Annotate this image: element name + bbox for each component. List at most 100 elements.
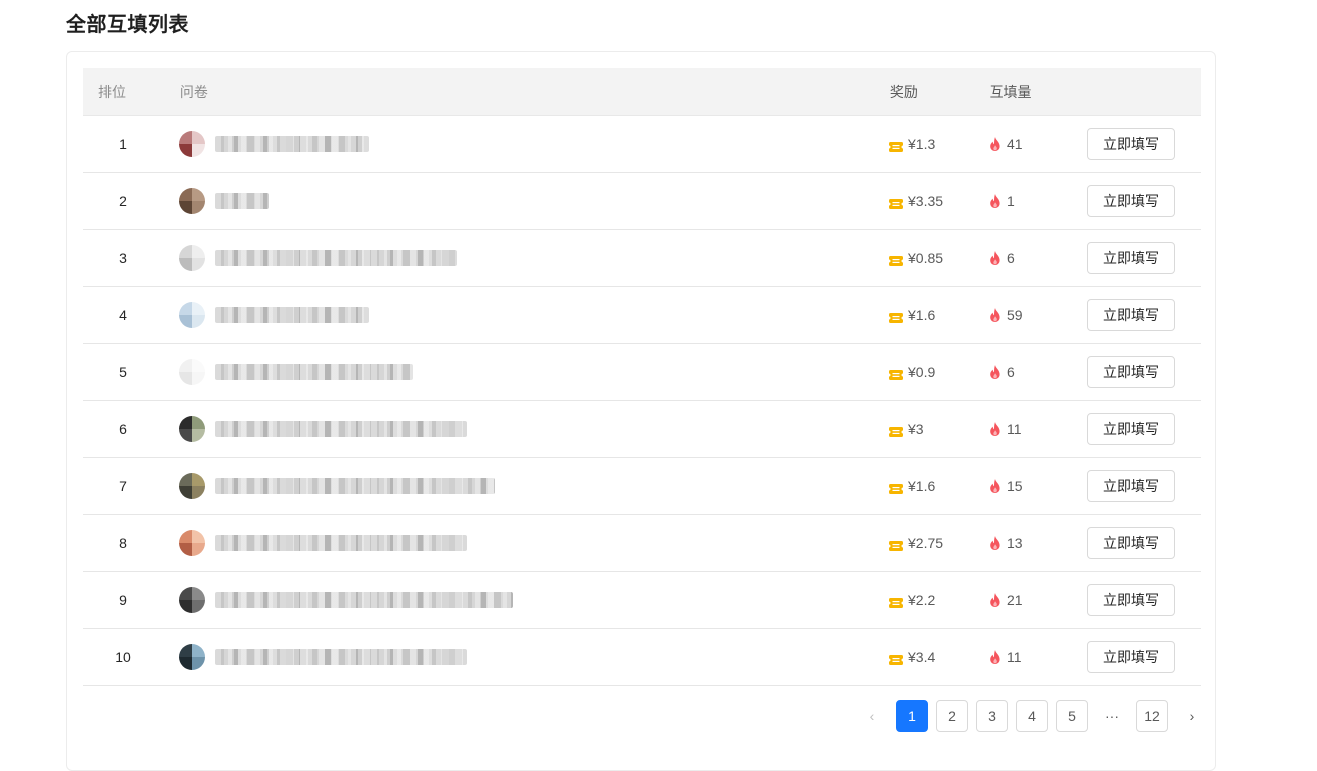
ticket-icon: [889, 481, 903, 494]
survey-title-redacted[interactable]: [215, 421, 467, 437]
ticket-icon: [889, 196, 903, 209]
fire-icon: [989, 365, 1001, 379]
action-cell: 立即填写: [1087, 527, 1201, 559]
avatar: [179, 530, 205, 556]
reward-cell: ¥1.6: [889, 307, 989, 323]
page-button-1[interactable]: 1: [896, 700, 928, 732]
column-header-survey: 问卷: [179, 83, 208, 100]
fill-now-button[interactable]: 立即填写: [1087, 413, 1175, 445]
page-button-last[interactable]: 12: [1136, 700, 1168, 732]
fire-icon: [989, 137, 1001, 151]
page-button-4[interactable]: 4: [1016, 700, 1048, 732]
survey-title-redacted[interactable]: [215, 307, 369, 323]
fill-now-button[interactable]: 立即填写: [1087, 470, 1175, 502]
column-header-count: 互填量: [989, 83, 1032, 100]
reward-cell: ¥3: [889, 421, 989, 437]
ticket-icon: [889, 424, 903, 437]
page-button-3[interactable]: 3: [976, 700, 1008, 732]
rank-cell: 5: [119, 364, 127, 380]
survey-title-redacted[interactable]: [215, 478, 495, 494]
action-cell: 立即填写: [1087, 413, 1201, 445]
survey-cell[interactable]: [163, 644, 889, 670]
reward-cell: ¥1.3: [889, 136, 989, 152]
ticket-icon: [889, 310, 903, 323]
fire-icon: [989, 650, 1001, 664]
survey-title-redacted[interactable]: [215, 193, 269, 209]
table-row: 3 ¥0.85 6 立即填写: [83, 230, 1201, 287]
table-row: 2 ¥3.35 1 立即填写: [83, 173, 1201, 230]
survey-table: 排位 问卷 奖励 互填量 1 ¥1.3 41 立即填写 2 ¥3.35 1 立即填写 3 ¥0.8…: [83, 68, 1201, 686]
reward-cell: ¥3.35: [889, 193, 989, 209]
count-cell: 1: [989, 193, 1087, 209]
survey-cell[interactable]: [163, 245, 889, 271]
survey-title-redacted[interactable]: [215, 592, 513, 608]
ticket-icon: [889, 367, 903, 380]
prev-page-button[interactable]: ‹: [856, 700, 888, 732]
page-button-5[interactable]: 5: [1056, 700, 1088, 732]
next-page-button[interactable]: ›: [1176, 700, 1208, 732]
fire-icon: [989, 308, 1001, 322]
count-value: 15: [1007, 478, 1023, 494]
rank-cell: 3: [119, 250, 127, 266]
rank-cell: 9: [119, 592, 127, 608]
reward-cell: ¥2.75: [889, 535, 989, 551]
reward-value: ¥2.2: [908, 592, 936, 608]
survey-cell[interactable]: [163, 473, 889, 499]
table-row: 4 ¥1.6 59 立即填写: [83, 287, 1201, 344]
action-cell: 立即填写: [1087, 242, 1201, 274]
reward-value: ¥3.4: [908, 649, 936, 665]
reward-cell: ¥0.9: [889, 364, 989, 380]
survey-cell[interactable]: [163, 416, 889, 442]
fill-now-button[interactable]: 立即填写: [1087, 356, 1175, 388]
ticket-icon: [889, 595, 903, 608]
reward-cell: ¥1.6: [889, 478, 989, 494]
fill-now-button[interactable]: 立即填写: [1087, 641, 1175, 673]
rank-cell: 2: [119, 193, 127, 209]
table-body: 1 ¥1.3 41 立即填写 2 ¥3.35 1 立即填写 3 ¥0.85 6 立即填写 4 ¥1.6 59…: [83, 116, 1201, 686]
count-cell: 59: [989, 307, 1087, 323]
table-row: 10 ¥3.4 11 立即填写: [83, 629, 1201, 686]
survey-cell[interactable]: [163, 302, 889, 328]
rank-cell: 1: [119, 136, 127, 152]
ticket-icon: [889, 139, 903, 152]
fill-now-button[interactable]: 立即填写: [1087, 128, 1175, 160]
count-cell: 11: [989, 649, 1087, 665]
count-value: 11: [1007, 421, 1022, 437]
count-value: 1: [1007, 193, 1015, 209]
survey-cell[interactable]: [163, 188, 889, 214]
survey-title-redacted[interactable]: [215, 250, 457, 266]
ticket-icon: [889, 652, 903, 665]
fire-icon: [989, 194, 1001, 208]
fire-icon: [989, 536, 1001, 550]
fill-now-button[interactable]: 立即填写: [1087, 299, 1175, 331]
avatar: [179, 131, 205, 157]
count-value: 59: [1007, 307, 1023, 323]
survey-cell[interactable]: [163, 131, 889, 157]
reward-value: ¥2.75: [908, 535, 944, 551]
page-button-2[interactable]: 2: [936, 700, 968, 732]
fill-now-button[interactable]: 立即填写: [1087, 527, 1175, 559]
survey-title-redacted[interactable]: [215, 136, 369, 152]
rank-cell: 8: [119, 535, 127, 551]
count-cell: 6: [989, 250, 1087, 266]
ticket-icon: [889, 538, 903, 551]
survey-cell[interactable]: [163, 530, 889, 556]
pagination-ellipsis[interactable]: ···: [1096, 700, 1128, 732]
survey-title-redacted[interactable]: [215, 535, 467, 551]
fill-now-button[interactable]: 立即填写: [1087, 185, 1175, 217]
action-cell: 立即填写: [1087, 641, 1201, 673]
count-cell: 41: [989, 136, 1087, 152]
fill-now-button[interactable]: 立即填写: [1087, 584, 1175, 616]
survey-cell[interactable]: [163, 359, 889, 385]
fill-now-button[interactable]: 立即填写: [1087, 242, 1175, 274]
count-cell: 15: [989, 478, 1087, 494]
survey-list-card: 排位 问卷 奖励 互填量 1 ¥1.3 41 立即填写 2 ¥3.35 1 立即填写 3 ¥0.8…: [66, 51, 1216, 771]
fire-icon: [989, 251, 1001, 265]
reward-value: ¥1.6: [908, 307, 936, 323]
action-cell: 立即填写: [1087, 299, 1201, 331]
reward-value: ¥1.3: [908, 136, 936, 152]
avatar: [179, 416, 205, 442]
survey-title-redacted[interactable]: [215, 649, 467, 665]
survey-title-redacted[interactable]: [215, 364, 413, 380]
survey-cell[interactable]: [163, 587, 889, 613]
